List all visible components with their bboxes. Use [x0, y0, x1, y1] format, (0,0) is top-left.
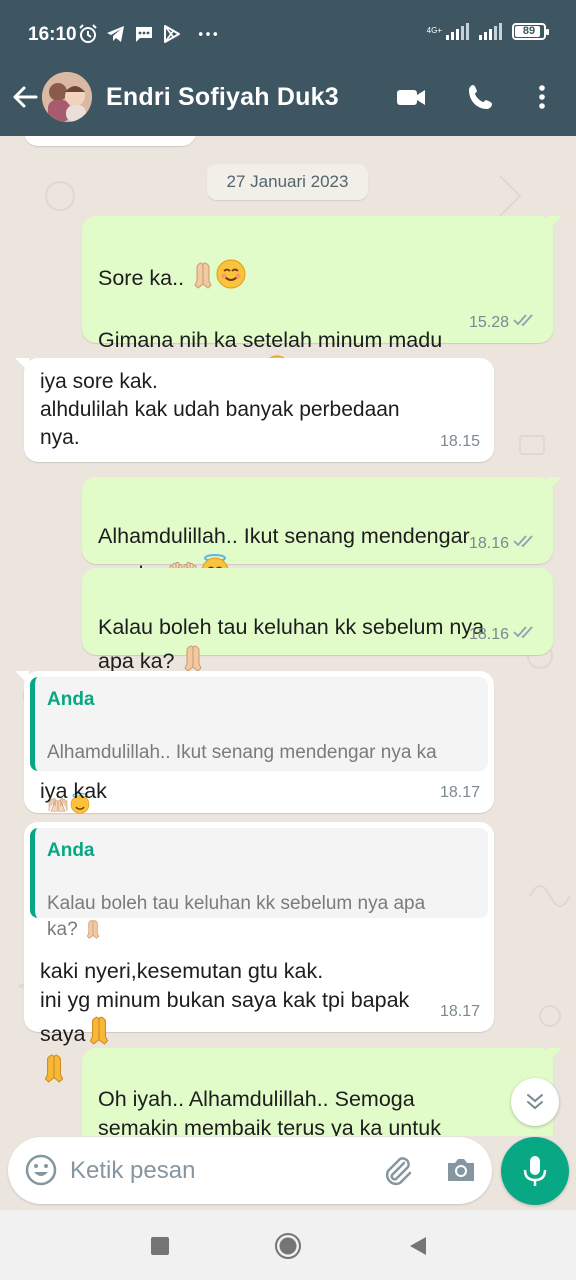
play-store-icon — [162, 24, 182, 44]
back-icon[interactable] — [404, 1232, 432, 1260]
praying-hands-icon — [40, 1053, 68, 1091]
smiling-face-icon — [216, 259, 246, 297]
date-separator: 27 Januari 2023 — [207, 164, 368, 200]
message-bubble-incoming[interactable]: Anda Kalau boleh tau keluhan kk sebelum … — [24, 822, 494, 1083]
signal-strength-2-icon — [479, 22, 502, 40]
message-meta: 15.28 — [469, 308, 539, 337]
read-ticks-icon — [513, 308, 539, 337]
camera-icon[interactable] — [444, 1153, 478, 1187]
message-meta: 18.15 — [440, 427, 480, 456]
message-meta: 18.16 — [469, 620, 539, 649]
message-text: Sore ka.. — [98, 266, 191, 290]
more-dots-icon — [198, 24, 218, 44]
message-time: 18.16 — [468, 626, 509, 643]
message-icon — [134, 24, 154, 44]
battery-level: 89 — [522, 25, 536, 37]
recents-icon[interactable] — [146, 1232, 174, 1260]
avatar[interactable] — [42, 72, 92, 122]
status-system-icons: 4G+ 89 — [426, 22, 549, 40]
status-bar: 16:10 4G+ 89 — [0, 0, 576, 66]
chat-area[interactable]: 27 Januari 2023 Sore ka.. Gimana nih ka … — [0, 136, 576, 1136]
mic-button[interactable] — [501, 1137, 569, 1205]
message-composer[interactable]: Ketik pesan — [8, 1137, 492, 1204]
message-time: 18.16 — [468, 535, 509, 552]
read-ticks-icon — [513, 620, 539, 649]
quote-author: Anda — [47, 840, 95, 861]
alarm-icon — [78, 24, 98, 44]
message-time: 18.17 — [439, 1003, 480, 1020]
message-input[interactable]: Ketik pesan — [70, 1157, 195, 1185]
battery-icon: 89 — [512, 22, 549, 40]
system-nav-bar — [0, 1210, 576, 1280]
quote-author: Anda — [47, 689, 95, 710]
read-ticks-icon — [513, 529, 539, 558]
quote-text: Alhamdulillah.. Ikut senang mendengar ny… — [47, 742, 437, 763]
message-text: Oh iyah.. Alhamdulillah.. Semoga semakin… — [98, 1087, 441, 1136]
status-notification-icons — [78, 24, 218, 44]
chat-header: Endri Sofiyah Duk3 — [0, 66, 576, 136]
message-text: Kalau boleh tau keluhan kk sebelum nya a… — [98, 615, 485, 673]
scroll-to-bottom-button[interactable] — [511, 1078, 559, 1126]
network-type: 4G+ — [426, 26, 442, 35]
message-meta: 18.17 — [440, 778, 480, 807]
message-bubble-incoming[interactable]: iya sore kak. alhdulilah kak udah banyak… — [15, 358, 494, 462]
message-bubble-incoming[interactable]: Anda Alhamdulillah.. Ikut senang mendeng… — [15, 671, 494, 814]
message-text: iya kak — [40, 779, 107, 803]
message-bubble-outgoing[interactable]: Alhamdulillah.. Ikut senang mendengar ny… — [82, 477, 562, 586]
message-meta: 18.17 — [440, 997, 480, 1026]
emoji-icon[interactable] — [24, 1153, 58, 1187]
attach-icon[interactable] — [380, 1153, 414, 1187]
message-meta: 18.16 — [469, 529, 539, 558]
message-bubble-outgoing[interactable]: Oh iyah.. Alhamdulillah.. Semoga semakin… — [82, 1048, 562, 1136]
signal-strength-icon — [446, 22, 469, 40]
chevron-double-down-icon — [527, 1094, 543, 1110]
praying-hands-icon — [190, 261, 216, 297]
message-time: 18.17 — [439, 784, 480, 801]
mic-icon — [523, 1156, 547, 1186]
home-icon[interactable] — [274, 1232, 302, 1260]
message-time: 15.28 — [468, 314, 509, 331]
message-time: 18.15 — [439, 433, 480, 450]
video-call-icon[interactable] — [394, 82, 428, 112]
message-bubble-outgoing[interactable]: Sore ka.. Gimana nih ka setelah minum ma… — [82, 216, 562, 386]
telegram-icon — [106, 24, 126, 44]
contact-name[interactable]: Endri Sofiyah Duk3 — [106, 83, 339, 112]
quoted-message[interactable]: Anda Alhamdulillah.. Ikut senang mendeng… — [30, 677, 488, 814]
more-vert-icon[interactable] — [530, 82, 554, 112]
status-time: 16:10 — [28, 24, 77, 45]
back-arrow-icon[interactable] — [10, 82, 40, 112]
message-text: iya sore kak. alhdulilah kak udah banyak… — [40, 370, 400, 449]
quoted-message[interactable]: Anda Kalau boleh tau keluhan kk sebelum … — [30, 828, 488, 940]
previous-message-bubble[interactable] — [24, 136, 196, 146]
message-bubble-outgoing[interactable]: Kalau boleh tau keluhan kk sebelum nya a… — [82, 568, 553, 673]
phone-call-icon[interactable] — [466, 82, 500, 112]
